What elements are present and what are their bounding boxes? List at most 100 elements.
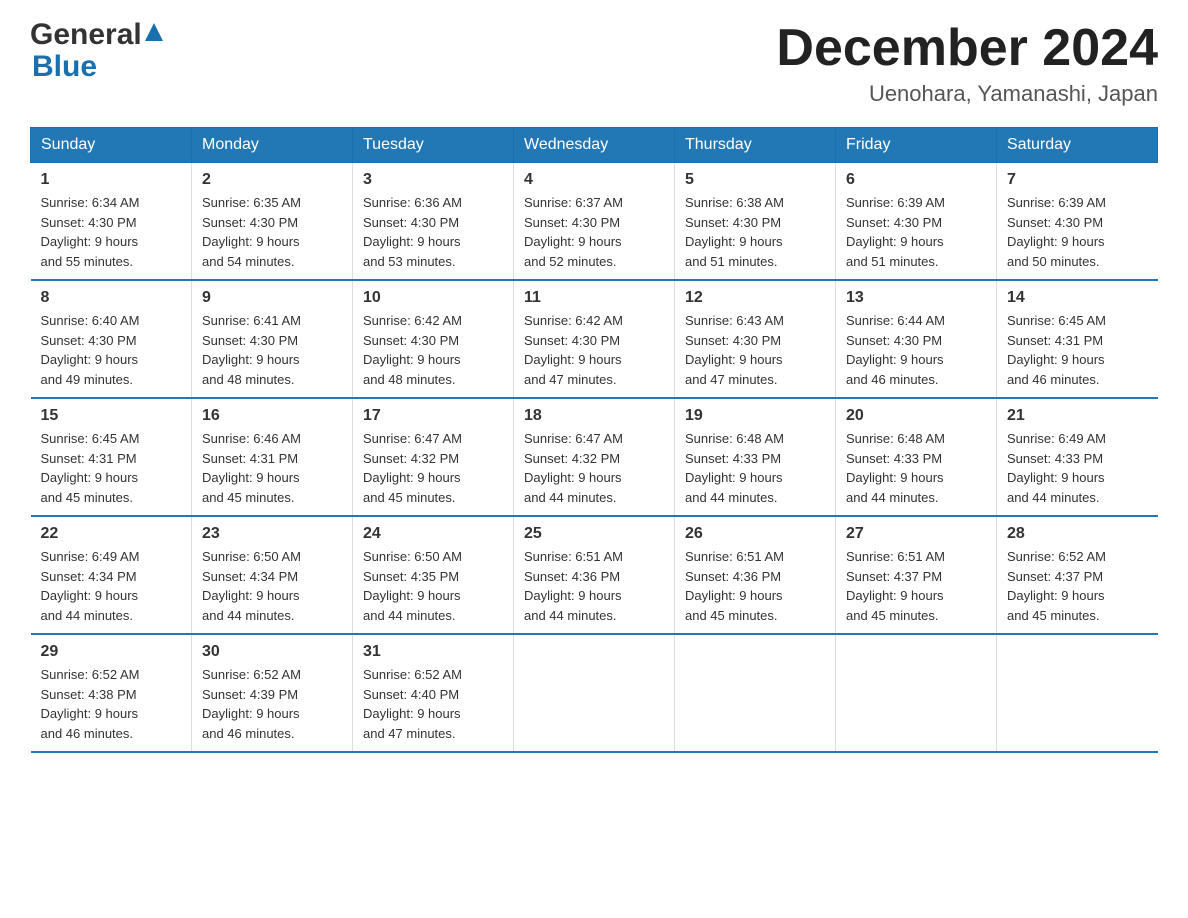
day-number: 22 (41, 525, 182, 543)
day-number: 29 (41, 643, 182, 661)
day-number: 10 (363, 289, 503, 307)
calendar-cell: 3 Sunrise: 6:36 AM Sunset: 4:30 PM Dayli… (353, 163, 514, 281)
calendar-cell: 19 Sunrise: 6:48 AM Sunset: 4:33 PM Dayl… (675, 398, 836, 516)
calendar-week-row: 15 Sunrise: 6:45 AM Sunset: 4:31 PM Dayl… (31, 398, 1158, 516)
day-number: 18 (524, 407, 664, 425)
calendar-week-row: 22 Sunrise: 6:49 AM Sunset: 4:34 PM Dayl… (31, 516, 1158, 634)
day-number: 12 (685, 289, 825, 307)
calendar-header-row: SundayMondayTuesdayWednesdayThursdayFrid… (31, 128, 1158, 163)
day-number: 7 (1007, 171, 1148, 189)
day-info: Sunrise: 6:52 AM Sunset: 4:37 PM Dayligh… (1007, 547, 1148, 625)
day-info: Sunrise: 6:49 AM Sunset: 4:34 PM Dayligh… (41, 547, 182, 625)
calendar-cell: 20 Sunrise: 6:48 AM Sunset: 4:33 PM Dayl… (836, 398, 997, 516)
calendar-table: SundayMondayTuesdayWednesdayThursdayFrid… (30, 127, 1158, 753)
title-block: December 2024 Uenohara, Yamanashi, Japan (776, 20, 1158, 107)
day-info: Sunrise: 6:39 AM Sunset: 4:30 PM Dayligh… (846, 193, 986, 271)
calendar-cell: 30 Sunrise: 6:52 AM Sunset: 4:39 PM Dayl… (192, 634, 353, 752)
calendar-cell: 17 Sunrise: 6:47 AM Sunset: 4:32 PM Dayl… (353, 398, 514, 516)
day-number: 31 (363, 643, 503, 661)
day-info: Sunrise: 6:49 AM Sunset: 4:33 PM Dayligh… (1007, 429, 1148, 507)
calendar-cell: 16 Sunrise: 6:46 AM Sunset: 4:31 PM Dayl… (192, 398, 353, 516)
day-info: Sunrise: 6:50 AM Sunset: 4:34 PM Dayligh… (202, 547, 342, 625)
logo-general-text: General (30, 20, 142, 50)
calendar-cell: 25 Sunrise: 6:51 AM Sunset: 4:36 PM Dayl… (514, 516, 675, 634)
calendar-cell: 10 Sunrise: 6:42 AM Sunset: 4:30 PM Dayl… (353, 280, 514, 398)
day-number: 26 (685, 525, 825, 543)
calendar-cell: 5 Sunrise: 6:38 AM Sunset: 4:30 PM Dayli… (675, 163, 836, 281)
day-info: Sunrise: 6:50 AM Sunset: 4:35 PM Dayligh… (363, 547, 503, 625)
calendar-cell: 24 Sunrise: 6:50 AM Sunset: 4:35 PM Dayl… (353, 516, 514, 634)
calendar-cell (836, 634, 997, 752)
day-info: Sunrise: 6:52 AM Sunset: 4:40 PM Dayligh… (363, 665, 503, 743)
logo-blue-text: Blue (32, 50, 97, 84)
calendar-cell: 23 Sunrise: 6:50 AM Sunset: 4:34 PM Dayl… (192, 516, 353, 634)
day-info: Sunrise: 6:37 AM Sunset: 4:30 PM Dayligh… (524, 193, 664, 271)
day-info: Sunrise: 6:51 AM Sunset: 4:36 PM Dayligh… (524, 547, 664, 625)
calendar-cell: 15 Sunrise: 6:45 AM Sunset: 4:31 PM Dayl… (31, 398, 192, 516)
logo-arrow-icon (145, 23, 163, 45)
calendar-cell: 12 Sunrise: 6:43 AM Sunset: 4:30 PM Dayl… (675, 280, 836, 398)
day-number: 3 (363, 171, 503, 189)
calendar-cell: 13 Sunrise: 6:44 AM Sunset: 4:30 PM Dayl… (836, 280, 997, 398)
day-number: 9 (202, 289, 342, 307)
calendar-cell: 7 Sunrise: 6:39 AM Sunset: 4:30 PM Dayli… (997, 163, 1158, 281)
day-info: Sunrise: 6:51 AM Sunset: 4:36 PM Dayligh… (685, 547, 825, 625)
day-info: Sunrise: 6:48 AM Sunset: 4:33 PM Dayligh… (685, 429, 825, 507)
calendar-cell: 9 Sunrise: 6:41 AM Sunset: 4:30 PM Dayli… (192, 280, 353, 398)
day-info: Sunrise: 6:46 AM Sunset: 4:31 PM Dayligh… (202, 429, 342, 507)
day-number: 15 (41, 407, 182, 425)
logo: General Blue (30, 20, 163, 84)
day-number: 2 (202, 171, 342, 189)
day-number: 14 (1007, 289, 1148, 307)
day-info: Sunrise: 6:43 AM Sunset: 4:30 PM Dayligh… (685, 311, 825, 389)
day-info: Sunrise: 6:47 AM Sunset: 4:32 PM Dayligh… (524, 429, 664, 507)
day-number: 20 (846, 407, 986, 425)
day-number: 4 (524, 171, 664, 189)
calendar-cell: 8 Sunrise: 6:40 AM Sunset: 4:30 PM Dayli… (31, 280, 192, 398)
day-number: 30 (202, 643, 342, 661)
day-info: Sunrise: 6:45 AM Sunset: 4:31 PM Dayligh… (41, 429, 182, 507)
calendar-cell: 22 Sunrise: 6:49 AM Sunset: 4:34 PM Dayl… (31, 516, 192, 634)
day-info: Sunrise: 6:52 AM Sunset: 4:39 PM Dayligh… (202, 665, 342, 743)
calendar-cell: 14 Sunrise: 6:45 AM Sunset: 4:31 PM Dayl… (997, 280, 1158, 398)
calendar-cell: 31 Sunrise: 6:52 AM Sunset: 4:40 PM Dayl… (353, 634, 514, 752)
day-info: Sunrise: 6:38 AM Sunset: 4:30 PM Dayligh… (685, 193, 825, 271)
calendar-cell (514, 634, 675, 752)
day-info: Sunrise: 6:42 AM Sunset: 4:30 PM Dayligh… (363, 311, 503, 389)
calendar-week-row: 29 Sunrise: 6:52 AM Sunset: 4:38 PM Dayl… (31, 634, 1158, 752)
page-title: December 2024 (776, 20, 1158, 77)
calendar-cell: 4 Sunrise: 6:37 AM Sunset: 4:30 PM Dayli… (514, 163, 675, 281)
day-number: 16 (202, 407, 342, 425)
header-sunday: Sunday (31, 128, 192, 163)
day-info: Sunrise: 6:34 AM Sunset: 4:30 PM Dayligh… (41, 193, 182, 271)
calendar-cell (997, 634, 1158, 752)
day-number: 5 (685, 171, 825, 189)
day-info: Sunrise: 6:41 AM Sunset: 4:30 PM Dayligh… (202, 311, 342, 389)
header-thursday: Thursday (675, 128, 836, 163)
calendar-cell: 2 Sunrise: 6:35 AM Sunset: 4:30 PM Dayli… (192, 163, 353, 281)
day-info: Sunrise: 6:35 AM Sunset: 4:30 PM Dayligh… (202, 193, 342, 271)
day-number: 17 (363, 407, 503, 425)
calendar-week-row: 1 Sunrise: 6:34 AM Sunset: 4:30 PM Dayli… (31, 163, 1158, 281)
day-number: 1 (41, 171, 182, 189)
calendar-cell: 27 Sunrise: 6:51 AM Sunset: 4:37 PM Dayl… (836, 516, 997, 634)
header-tuesday: Tuesday (353, 128, 514, 163)
day-number: 6 (846, 171, 986, 189)
day-info: Sunrise: 6:42 AM Sunset: 4:30 PM Dayligh… (524, 311, 664, 389)
day-number: 27 (846, 525, 986, 543)
day-info: Sunrise: 6:36 AM Sunset: 4:30 PM Dayligh… (363, 193, 503, 271)
header-monday: Monday (192, 128, 353, 163)
day-number: 25 (524, 525, 664, 543)
day-info: Sunrise: 6:40 AM Sunset: 4:30 PM Dayligh… (41, 311, 182, 389)
calendar-cell: 28 Sunrise: 6:52 AM Sunset: 4:37 PM Dayl… (997, 516, 1158, 634)
day-number: 13 (846, 289, 986, 307)
day-info: Sunrise: 6:44 AM Sunset: 4:30 PM Dayligh… (846, 311, 986, 389)
calendar-cell: 6 Sunrise: 6:39 AM Sunset: 4:30 PM Dayli… (836, 163, 997, 281)
calendar-cell: 1 Sunrise: 6:34 AM Sunset: 4:30 PM Dayli… (31, 163, 192, 281)
calendar-cell: 26 Sunrise: 6:51 AM Sunset: 4:36 PM Dayl… (675, 516, 836, 634)
day-info: Sunrise: 6:52 AM Sunset: 4:38 PM Dayligh… (41, 665, 182, 743)
calendar-cell: 11 Sunrise: 6:42 AM Sunset: 4:30 PM Dayl… (514, 280, 675, 398)
page-header: General Blue December 2024 Uenohara, Yam… (30, 20, 1158, 107)
day-number: 24 (363, 525, 503, 543)
calendar-cell: 18 Sunrise: 6:47 AM Sunset: 4:32 PM Dayl… (514, 398, 675, 516)
